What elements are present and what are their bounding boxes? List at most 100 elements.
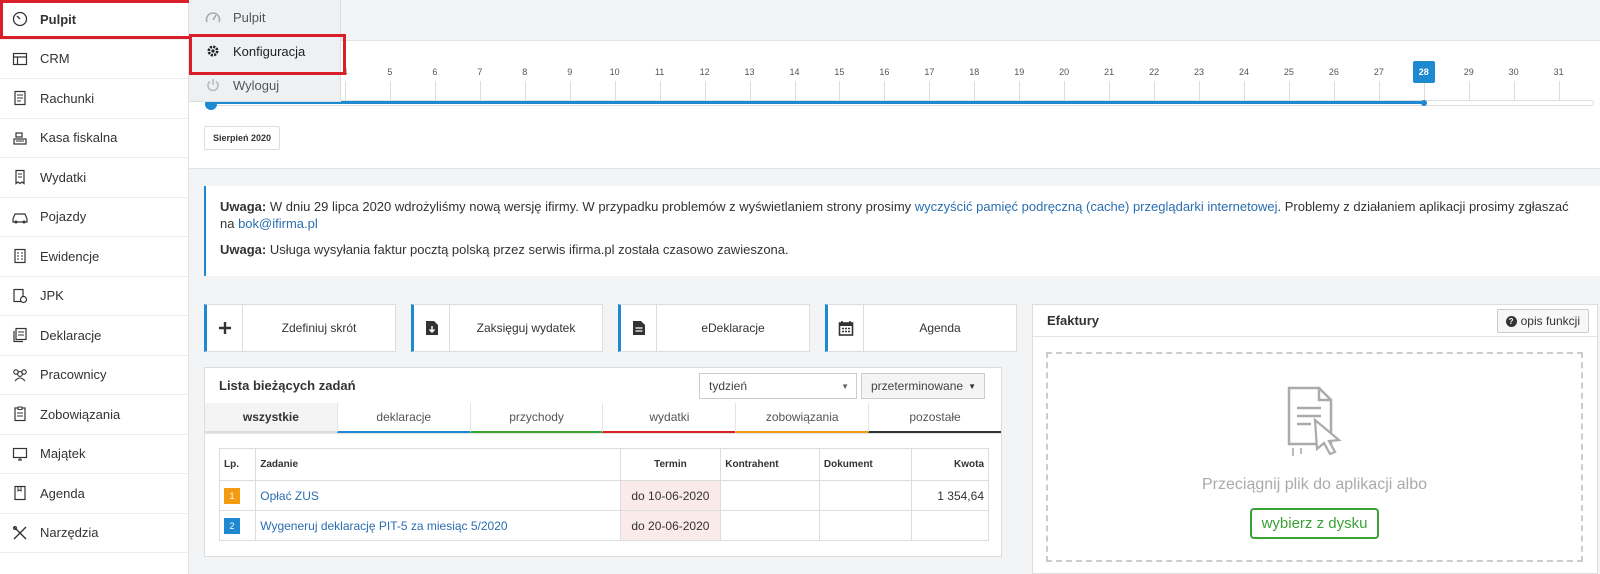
task-cell[interactable]: Wygeneruj deklarację PIT-5 za miesiąc 5/… [255, 510, 621, 541]
month-label[interactable]: Sierpień 2020 [204, 126, 281, 150]
tab-pozostałe[interactable]: pozostałe [868, 403, 1001, 433]
sidebar-item-label: Zobowiązania [40, 406, 121, 422]
speedometer-icon [205, 10, 221, 24]
file-drop-zone[interactable]: Przeciągnij plik do aplikacji albo wybie… [1046, 352, 1583, 562]
timeline-day[interactable]: 31 [1554, 67, 1564, 77]
notice-label: Uwaga: [220, 199, 267, 214]
table-row[interactable]: 2 Wygeneruj deklarację PIT-5 za miesiąc 5… [218, 510, 989, 541]
quick-action-agenda[interactable]: Agenda [825, 304, 1017, 352]
sidebar-item-label: Wydatki [40, 169, 87, 185]
timeline-day[interactable]: 7 [477, 67, 482, 77]
notice-text: W dniu 29 lipca 2020 wdrożyliśmy nową we… [266, 199, 915, 214]
period-select-value: tydzień [709, 379, 748, 393]
quick-action-label: eDeklaracje [701, 321, 765, 335]
employees-icon [0, 367, 40, 383]
column-header[interactable]: Dokument [818, 448, 913, 481]
sidebar-item-pracownicy[interactable]: Pracownicy [0, 356, 188, 395]
sidebar-item-kasa-fiskalna[interactable]: Kasa fiskalna [0, 119, 188, 158]
sidebar-item-agenda[interactable]: Agenda [0, 474, 188, 514]
quick-action-zaksięguj-wydatek[interactable]: Zaksięguj wydatek [411, 304, 603, 352]
timeline-day[interactable]: 24 [1239, 67, 1249, 77]
timeline-day[interactable]: 26 [1329, 67, 1339, 77]
tab-przychody[interactable]: przychody [469, 403, 603, 433]
timeline-day[interactable]: 30 [1509, 67, 1519, 77]
timeline-day[interactable]: 13 [745, 67, 755, 77]
timeline-day[interactable]: 27 [1374, 67, 1384, 77]
timeline-day[interactable]: 12 [700, 67, 710, 77]
timeline-day[interactable]: 10 [610, 67, 620, 77]
choose-from-disk-button[interactable]: wybierz z dysku [1249, 508, 1380, 539]
quick-action-zdefiniuj-skrót[interactable]: Zdefiniuj skrót [204, 304, 396, 352]
tab-wydatki[interactable]: wydatki [602, 403, 736, 433]
sidebar-item-deklaracje[interactable]: Deklaracje [0, 316, 188, 356]
timeline-day[interactable]: 14 [789, 67, 799, 77]
tab-wszystkie[interactable]: wszystkie [205, 403, 337, 433]
column-header[interactable]: Kontrahent [720, 448, 820, 481]
timeline-tick [1244, 81, 1245, 101]
sidebar-item-ewidencje[interactable]: Ewidencje [0, 237, 188, 277]
sidebar-item-rachunki[interactable]: Rachunki [0, 79, 188, 119]
column-header[interactable]: Kwota [911, 448, 989, 481]
task-link[interactable]: Opłać ZUS [260, 489, 319, 503]
timeline-day[interactable]: 29 [1464, 67, 1474, 77]
timeline-day[interactable]: 23 [1194, 67, 1204, 77]
tab-zobowiązania[interactable]: zobowiązania [735, 403, 869, 433]
timeline-day[interactable]: 4 [342, 67, 347, 77]
timeline-day[interactable]: 18 [969, 67, 979, 77]
invoice-icon [0, 90, 40, 106]
row-number-badge: 1 [224, 487, 240, 504]
table-row[interactable]: 1 Opłać ZUS do 10-06-2020 1 354,64 [218, 480, 989, 511]
tab-deklaracje[interactable]: deklaracje [336, 403, 470, 433]
notice-box: Uwaga: W dniu 29 lipca 2020 wdrożyliśmy … [204, 186, 1600, 276]
timeline-day[interactable]: 20 [1059, 67, 1069, 77]
submenu-item-pulpit[interactable]: Pulpit [189, 0, 340, 34]
task-link[interactable]: Wygeneruj deklarację PIT-5 za miesiąc 5/… [260, 519, 507, 533]
timeline-day[interactable]: 17 [924, 67, 934, 77]
period-select[interactable]: tydzień ▼ [699, 373, 857, 399]
sidebar-item-wydatki[interactable]: Wydatki [0, 158, 188, 198]
timeline-day[interactable]: 16 [879, 67, 889, 77]
timeline-day[interactable]: 22 [1149, 67, 1159, 77]
timeline-tick [839, 81, 841, 101]
timeline-tick [1064, 81, 1066, 101]
column-header[interactable]: Zadanie [255, 448, 621, 481]
sidebar-item-label: Kasa fiskalna [40, 130, 118, 146]
submenu-item-konfiguracja[interactable]: Konfiguracja [189, 34, 346, 75]
timeline-day[interactable]: 8 [522, 67, 527, 77]
timeline-day[interactable]: 11 [655, 67, 664, 77]
quick-action-edeklaracje[interactable]: eDeklaracje [618, 304, 810, 352]
tasks-title: Lista bieżących zadań [219, 378, 356, 393]
sidebar-item-pulpit[interactable]: Pulpit [0, 0, 195, 40]
timeline-day[interactable]: 19 [1014, 67, 1024, 77]
submenu-item-wyloguj[interactable]: Wyloguj [189, 68, 340, 102]
help-button[interactable]: ? opis funkcji [1496, 309, 1589, 333]
column-header[interactable]: Lp. [218, 448, 257, 481]
timeline-day[interactable]: 25 [1284, 67, 1294, 77]
timeline-tick [1019, 81, 1021, 101]
liabilities-icon [0, 406, 40, 422]
sidebar-item-zobowiązania[interactable]: Zobowiązania [0, 395, 188, 435]
timeline-tick [1558, 81, 1560, 101]
sidebar-item-crm[interactable]: CRM [0, 40, 188, 79]
sidebar-item-jpk[interactable]: JPK [0, 277, 188, 316]
column-header[interactable]: Termin [619, 448, 722, 481]
timeline-day[interactable]: 5 [387, 67, 392, 77]
sidebar-item-pojazdy[interactable]: Pojazdy [0, 198, 188, 237]
timeline-day[interactable]: 15 [834, 67, 844, 77]
timeline-day[interactable]: 9 [567, 67, 572, 77]
status-select[interactable]: przeterminowane ▼ [861, 373, 985, 399]
timeline-tick [389, 81, 391, 101]
dashboard-icon [0, 11, 40, 27]
car-icon [0, 209, 40, 225]
submenu-item-label: Konfiguracja [233, 43, 306, 59]
timeline-day[interactable]: 6 [432, 67, 437, 77]
task-cell[interactable]: Opłać ZUS [255, 480, 621, 511]
clear-cache-link[interactable]: wyczyścić pamięć podręczną (cache) przeg… [915, 199, 1278, 214]
day-timeline: Sierpień 2020 4 5 6 7 8 9 10 11 12 13 14 15 16 17 18 19… [189, 41, 1600, 169]
sidebar-item-narzędzia[interactable]: Narzędzia [0, 514, 188, 553]
timeline-tick [569, 81, 571, 101]
selected-day-badge[interactable]: 28 [1412, 61, 1435, 83]
timeline-day[interactable]: 21 [1104, 67, 1114, 77]
sidebar-item-majątek[interactable]: Majątek [0, 435, 188, 474]
support-email-link[interactable]: bok@ifirma.pl [238, 216, 318, 231]
